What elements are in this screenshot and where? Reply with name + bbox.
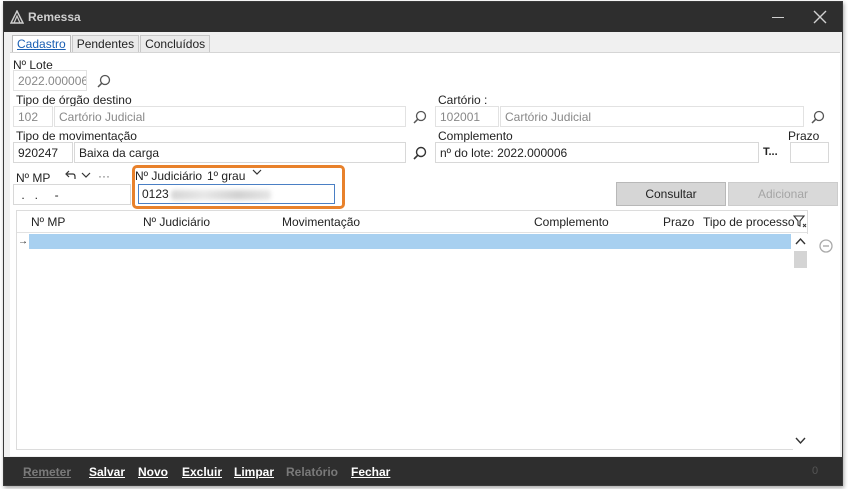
- tab-pendentes[interactable]: Pendentes: [71, 35, 140, 53]
- scroll-thumb[interactable]: [794, 251, 807, 268]
- col-judiciario[interactable]: Nº Judiciário: [143, 215, 210, 229]
- footer-toolbar: Remeter Salvar Novo Excluir Limpar Relat…: [4, 457, 842, 485]
- col-movimentacao[interactable]: Movimentação: [282, 215, 360, 229]
- col-prazo[interactable]: Prazo: [663, 215, 694, 229]
- tipo-mov-label: Tipo de movimentação: [16, 129, 137, 143]
- remeter-button[interactable]: Remeter: [23, 465, 71, 479]
- col-tipo-processo[interactable]: Tipo de processo: [703, 215, 795, 229]
- search-icon[interactable]: [412, 145, 428, 161]
- lote-field[interactable]: 2022.000006: [13, 70, 87, 91]
- col-nmp[interactable]: Nº MP: [31, 215, 65, 229]
- minimize-button[interactable]: [768, 8, 788, 26]
- search-icon[interactable]: [412, 109, 428, 125]
- tab-bar: Cadastro Pendentes Concluídos: [12, 35, 211, 53]
- chevron-down-icon[interactable]: [252, 167, 262, 177]
- more-options[interactable]: ···: [98, 169, 110, 183]
- nmp-label: Nº MP: [16, 171, 51, 185]
- judiciario-input[interactable]: 0123: [138, 184, 335, 204]
- grau-selector[interactable]: 1º grau: [207, 169, 245, 183]
- row-indicator: →: [17, 234, 29, 249]
- undo-icon[interactable]: [64, 169, 76, 181]
- remove-row-icon[interactable]: [818, 238, 834, 254]
- nmp-field[interactable]: . . -: [13, 184, 131, 205]
- remessa-window: Remessa Cadastro Pendentes Concluídos Nº…: [3, 1, 843, 486]
- complemento-more[interactable]: T...: [763, 146, 778, 158]
- tipo-mov-code-field[interactable]: 920247: [13, 142, 73, 163]
- tipo-orgao-name-field[interactable]: Cartório Judicial: [54, 106, 406, 127]
- cartorio-label: Cartório :: [438, 93, 488, 107]
- relatorio-button[interactable]: Relatório: [286, 465, 338, 479]
- filter-icon[interactable]: [793, 214, 807, 228]
- grid-header: Nº MP Nº Judiciário Movimentação Complem…: [17, 211, 807, 233]
- scroll-up-icon[interactable]: [795, 237, 806, 246]
- title-bar: Remessa: [4, 2, 842, 32]
- search-icon[interactable]: [96, 73, 112, 89]
- tab-cadastro[interactable]: Cadastro: [12, 35, 71, 53]
- adicionar-button[interactable]: Adicionar: [728, 182, 838, 206]
- record-count: 0: [812, 465, 819, 477]
- tab-concluidos[interactable]: Concluídos: [140, 35, 211, 53]
- selected-row-fill: [29, 234, 791, 249]
- complemento-field[interactable]: nº do lote: 2022.000006: [435, 142, 759, 163]
- excluir-button[interactable]: Excluir: [182, 465, 222, 479]
- redacted-text: [170, 189, 271, 200]
- processos-grid: Nº MP Nº Judiciário Movimentação Complem…: [16, 210, 808, 450]
- tipo-orgao-code-field[interactable]: 102: [13, 106, 53, 127]
- chevron-down-icon[interactable]: [81, 170, 91, 180]
- window-title: Remessa: [28, 10, 81, 24]
- prazo-label: Prazo: [788, 129, 820, 143]
- cartorio-code-field[interactable]: 102001: [435, 106, 499, 127]
- tipo-mov-name-field[interactable]: Baixa da carga: [74, 142, 406, 163]
- novo-button[interactable]: Novo: [138, 465, 168, 479]
- vertical-scrollbar[interactable]: [793, 234, 808, 450]
- salvar-button[interactable]: Salvar: [89, 465, 125, 479]
- prazo-field[interactable]: [790, 142, 829, 163]
- judiciario-value: 0123: [142, 187, 169, 201]
- complemento-label: Complemento: [438, 129, 513, 143]
- limpar-button[interactable]: Limpar: [234, 465, 274, 479]
- col-complemento[interactable]: Complemento: [534, 215, 609, 229]
- close-icon[interactable]: [810, 7, 830, 27]
- app-logo-icon: [10, 10, 24, 24]
- tipo-orgao-label: Tipo de órgão destino: [16, 93, 132, 107]
- scroll-down-icon[interactable]: [795, 436, 806, 445]
- fechar-button[interactable]: Fechar: [351, 465, 390, 479]
- judiciario-label: Nº Judiciário: [135, 169, 203, 183]
- table-row[interactable]: →: [17, 234, 791, 249]
- cartorio-name-field[interactable]: Cartório Judicial: [500, 106, 804, 127]
- search-icon[interactable]: [810, 109, 826, 125]
- consultar-processos-button[interactable]: Consultar Processos: [616, 182, 726, 223]
